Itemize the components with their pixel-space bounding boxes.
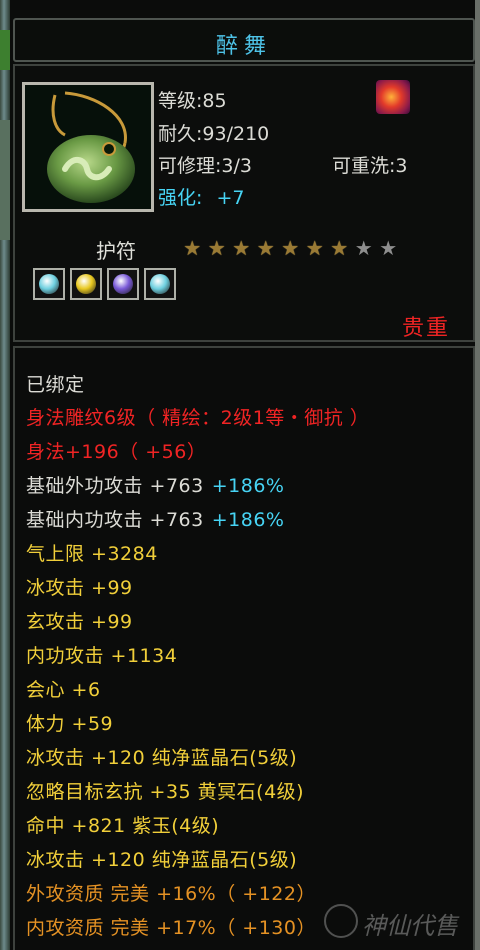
ignore-myst-line: 忽略目标玄抗 +35 黄冥石(4级) bbox=[26, 781, 305, 803]
item-type: 护符 bbox=[96, 239, 136, 263]
ice-gem-line-2: 冰攻击 +120 纯净蓝晶石(5级) bbox=[26, 849, 298, 871]
int-attack-value: 基础内功攻击 +763 bbox=[26, 509, 204, 531]
background-scene-edge bbox=[0, 0, 10, 950]
yellow-gem-icon[interactable] bbox=[70, 268, 102, 300]
purple-gem-icon[interactable] bbox=[107, 268, 139, 300]
int-power-line: 内功攻击 +1134 bbox=[26, 645, 178, 667]
ice-attack-line: 冰攻击 +99 bbox=[26, 577, 133, 599]
fire-attribute-icon bbox=[376, 80, 410, 114]
watermark-text: 神仙代售 bbox=[362, 912, 458, 940]
int-quality-line: 内攻资质 完美 +17%（ +130） bbox=[26, 917, 316, 939]
enhance-label: 强化: bbox=[158, 187, 203, 209]
myst-attack-line: 玄攻击 +99 bbox=[26, 611, 133, 633]
watermark-logo-icon bbox=[324, 904, 358, 938]
enhance-value: +7 bbox=[216, 187, 245, 209]
star-filled-icon: ★ bbox=[330, 236, 349, 260]
int-attack-percent: +186% bbox=[211, 509, 285, 531]
stamina-line: 体力 +59 bbox=[26, 713, 114, 735]
hp-line: 气上限 +3284 bbox=[26, 543, 158, 565]
star-rating: ★ ★ ★ ★ ★ ★ ★ ★ ★ bbox=[180, 237, 401, 259]
item-enhance: 强化: +7 bbox=[158, 183, 244, 210]
int-attack-line: 基础内功攻击 +763 +186% bbox=[26, 505, 284, 532]
ext-attack-line: 基础外功攻击 +763 +186% bbox=[26, 471, 284, 498]
item-repair-count: 可修理:3/3 bbox=[158, 155, 252, 177]
rarity-label: 贵重 bbox=[401, 316, 450, 341]
star-empty-icon: ★ bbox=[379, 236, 398, 260]
item-title-bar: 醉舞 bbox=[13, 18, 475, 62]
ext-attack-percent: +186% bbox=[211, 475, 285, 497]
ext-attack-value: 基础外功攻击 +763 bbox=[26, 475, 204, 497]
background-edge bbox=[475, 0, 480, 950]
star-empty-icon: ★ bbox=[354, 236, 373, 260]
blue-crystal-gem-icon[interactable] bbox=[144, 268, 176, 300]
crit-line: 会心 +6 bbox=[26, 679, 101, 701]
item-reroll-count: 可重洗:3 bbox=[332, 155, 408, 177]
star-filled-icon: ★ bbox=[281, 236, 300, 260]
star-filled-icon: ★ bbox=[256, 236, 275, 260]
star-filled-icon: ★ bbox=[305, 236, 324, 260]
star-filled-icon: ★ bbox=[232, 236, 251, 260]
item-tooltip: 醉舞 等级:85 耐久:93/210 可修理:3/3 可重洗:3 强化: +7 bbox=[0, 0, 480, 950]
ice-gem-line-1: 冰攻击 +120 纯净蓝晶石(5级) bbox=[26, 747, 298, 769]
hit-line: 命中 +821 紫玉(4级) bbox=[26, 815, 220, 837]
item-level: 等级:85 bbox=[158, 90, 227, 112]
site-watermark: 神仙代售 bbox=[324, 902, 474, 942]
item-name: 醉舞 bbox=[215, 34, 272, 59]
engrave-line: 身法雕纹6级（ 精绘：2级1等・御抗 ） bbox=[26, 407, 370, 429]
bound-status: 已绑定 bbox=[26, 374, 85, 396]
agility-line: 身法+196（ +56） bbox=[26, 441, 207, 463]
star-filled-icon: ★ bbox=[183, 236, 202, 260]
item-icon-frame[interactable] bbox=[22, 82, 154, 212]
socketed-gems bbox=[33, 268, 176, 300]
star-filled-icon: ★ bbox=[207, 236, 226, 260]
item-durability: 耐久:93/210 bbox=[158, 123, 270, 145]
blue-crystal-gem-icon[interactable] bbox=[33, 268, 65, 300]
ext-quality-line: 外攻资质 完美 +16%（ +122） bbox=[26, 883, 316, 905]
jade-amulet-icon bbox=[47, 91, 135, 203]
